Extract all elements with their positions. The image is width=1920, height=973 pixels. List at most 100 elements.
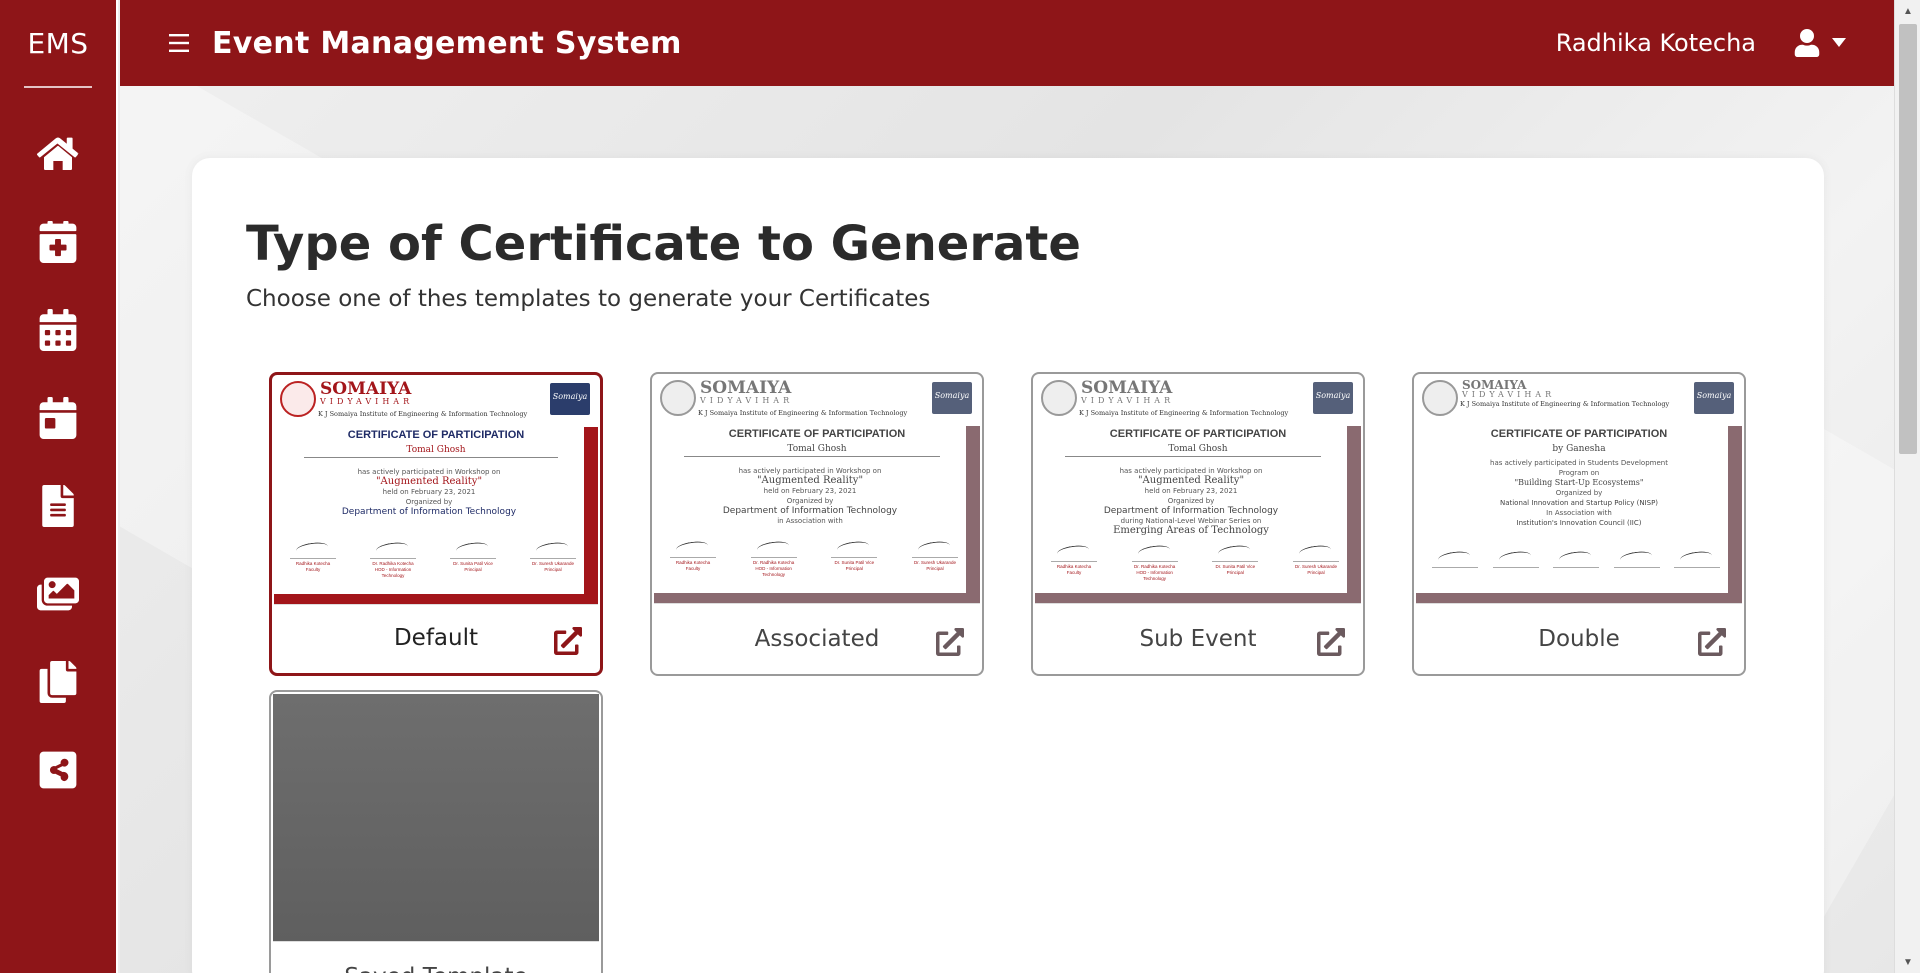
trust-logo-text: Somaiya	[552, 392, 588, 401]
cert-participated: has actively participated in Students De…	[1490, 459, 1668, 477]
signatory-caption: Radhika Kotecha Faculty	[295, 561, 331, 572]
template-card-default[interactable]: SOMAIYA VIDYAVIHAR K J Somaiya Institute…	[269, 372, 603, 676]
cert-signatures: Radhika Kotecha Faculty Dr. Radhika Kote…	[290, 537, 576, 579]
signatory-caption: Dr. Radhika Kotecha HOD - Information Te…	[1134, 564, 1176, 581]
cert-organized-by: Organized by	[1555, 489, 1603, 497]
signature: Dr. Sunita Patil Vice Principal	[450, 537, 496, 579]
signatory-caption: Dr. Suresh Ukarande Principal	[913, 560, 956, 571]
signature: Dr. Radhika Kotecha HOD - Information Te…	[370, 537, 416, 579]
cert-sub-event-title: Emerging Areas of Technology	[1113, 525, 1269, 536]
cert-bottom-band	[1035, 593, 1361, 603]
images-icon	[37, 577, 79, 611]
template-card-associated[interactable]: SOMAIYA VIDYAVIHAR K J Somaiya Institute…	[650, 372, 984, 676]
cert-org-sub: VIDYAVIHAR	[1462, 390, 1556, 399]
somaiya-seal-logo	[1041, 380, 1077, 416]
open-template-button[interactable]	[1698, 628, 1727, 656]
scroll-up-arrow-icon[interactable]: ▲	[1895, 0, 1920, 22]
template-card-double[interactable]: SOMAIYA VIDYAVIHAR K J Somaiya Institute…	[1412, 372, 1746, 676]
somaiya-trust-logo: Somaiya	[550, 383, 590, 415]
scroll-down-arrow-icon[interactable]: ▼	[1895, 951, 1920, 973]
external-link-icon	[936, 628, 965, 656]
cert-bottom-band	[654, 593, 980, 603]
signatory-caption: Radhika Kotecha Faculty	[1056, 564, 1092, 575]
cert-organized-by: Organized by	[1167, 497, 1215, 505]
cert-signatures	[1432, 546, 1720, 568]
somaiya-seal-logo	[280, 381, 316, 417]
cert-topic: "Augmented Reality"	[756, 475, 864, 486]
template-card-sub-event[interactable]: SOMAIYA VIDYAVIHAR K J Somaiya Institute…	[1031, 372, 1365, 676]
certificate-type-panel: Type of Certificate to Generate Choose o…	[192, 158, 1824, 973]
cert-recipient: Tomal Ghosh	[1168, 444, 1228, 454]
cert-topic: "Augmented Reality"	[375, 476, 483, 487]
sidebar-item-gallery[interactable]	[0, 550, 116, 638]
calendar-day-icon	[39, 397, 77, 439]
menu-toggle-button[interactable]	[162, 26, 196, 60]
sidebar-item-event-day[interactable]	[0, 374, 116, 462]
sidebar-item-home[interactable]	[0, 110, 116, 198]
document-icon	[42, 485, 74, 527]
cert-participated: has actively participated in Workshop on	[1119, 467, 1263, 475]
external-link-icon	[554, 627, 583, 655]
signatory-caption: Dr. Radhika Kotecha HOD - Information Te…	[753, 560, 795, 577]
brand-logo-text[interactable]: EMS	[0, 0, 116, 86]
external-link-icon	[1317, 628, 1346, 656]
top-header: Event Management System Radhika Kotecha	[120, 0, 1894, 86]
trust-logo-text: Somaiya	[1315, 391, 1351, 400]
sidebar-item-events[interactable]	[0, 286, 116, 374]
signature: Radhika Kotecha Faculty	[290, 537, 336, 579]
cert-participated: has actively participated in Workshop on	[357, 468, 501, 476]
cert-participated: has actively participated in Workshop on	[738, 467, 882, 475]
sidebar-item-reports[interactable]	[0, 462, 116, 550]
signature	[1674, 546, 1720, 568]
template-label: Sub Event	[1139, 626, 1257, 652]
signature: Radhika Kotecha Faculty	[1051, 540, 1097, 582]
open-template-button[interactable]	[1317, 628, 1346, 656]
user-name: Radhika Kotecha	[1555, 29, 1756, 57]
cert-org: SOMAIYA	[1081, 378, 1173, 398]
signatory-caption: Radhika Kotecha Faculty	[675, 560, 711, 571]
sidebar-item-add-event[interactable]	[0, 198, 116, 286]
template-label: Associated	[754, 626, 880, 652]
template-card-saved-template[interactable]: Saved Template	[269, 690, 603, 973]
cert-held: held on February 23, 2021	[763, 487, 857, 495]
signatory-caption: Dr. Suresh Ukarande Principal	[531, 561, 575, 572]
external-link-icon	[1698, 628, 1727, 656]
cert-institute: K J Somaiya Institute of Engineering & I…	[1079, 409, 1289, 417]
scrollbar-thumb[interactable]	[1899, 24, 1917, 454]
somaiya-trust-logo: Somaiya	[1313, 382, 1353, 414]
template-preview: SOMAIYA VIDYAVIHAR K J Somaiya Institute…	[1416, 376, 1742, 604]
cert-recipient: Tomal Ghosh	[787, 444, 847, 454]
user-menu-dropdown[interactable]	[1794, 29, 1846, 57]
trust-logo-text: Somaiya	[1696, 391, 1732, 400]
cert-department: Department of Information Technology	[341, 507, 517, 517]
copy-icon	[39, 661, 77, 703]
signature: Dr. Sunita Patil Vice Principal	[831, 536, 878, 578]
cert-heading: CERTIFICATE OF PARTICIPATION	[1490, 428, 1668, 440]
cert-org-sub: VIDYAVIHAR	[320, 397, 414, 406]
sidebar-item-certificates[interactable]	[0, 638, 116, 726]
cert-signatures: Radhika Kotecha Faculty Dr. Radhika Kote…	[1051, 540, 1339, 582]
signatory-caption: Dr. Radhika Kotecha HOD - Information Te…	[372, 561, 414, 578]
page-subtitle: Choose one of thes templates to generate…	[246, 286, 931, 312]
cert-council: Institution's Innovation Council (IIC)	[1516, 519, 1642, 527]
signature	[1492, 546, 1539, 568]
signature: Dr. Suresh Ukarande Principal	[911, 536, 958, 578]
cert-sub-event-line: during National-Level Webinar Series on	[1120, 517, 1262, 525]
signature	[1432, 546, 1478, 568]
cert-held: held on February 23, 2021	[382, 488, 476, 496]
user-icon	[1794, 29, 1820, 57]
page-scrollbar[interactable]: ▲ ▼	[1894, 0, 1920, 973]
cert-recipient: Tomal Ghosh	[406, 445, 466, 455]
open-template-button[interactable]	[936, 628, 965, 656]
cert-side-band	[966, 426, 980, 603]
template-preview: SOMAIYA VIDYAVIHAR K J Somaiya Institute…	[1035, 376, 1361, 604]
cert-bottom-band	[1416, 593, 1742, 603]
cert-in-association: In Association with	[1546, 509, 1612, 517]
cert-divider	[684, 456, 940, 457]
sidebar-item-share[interactable]	[0, 726, 116, 814]
cert-org: SOMAIYA	[700, 378, 792, 398]
share-icon	[39, 751, 77, 789]
brand-divider	[24, 86, 92, 88]
open-template-button[interactable]	[554, 627, 583, 655]
signature: Dr. Suresh Ukarande Principal	[530, 537, 576, 579]
